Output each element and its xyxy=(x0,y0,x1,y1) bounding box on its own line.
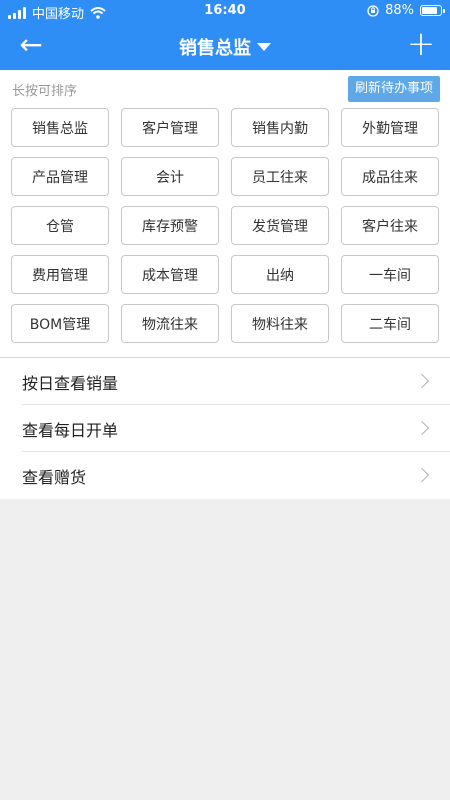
module-grid: 销售总监 客户管理 销售内勤 外勤管理 产品管理 会计 员工往来 成品往来 仓管… xyxy=(11,108,439,343)
module-button[interactable]: 仓管 xyxy=(11,206,109,245)
battery-percent: 88% xyxy=(385,3,414,18)
module-button[interactable]: 产品管理 xyxy=(11,157,109,196)
module-button[interactable]: 销售总监 xyxy=(11,108,109,147)
module-button[interactable]: 费用管理 xyxy=(11,255,109,294)
navbar: ← 销售总监 + xyxy=(0,22,450,70)
module-button[interactable]: BOM管理 xyxy=(11,304,109,343)
list-item-label: 查看赠货 xyxy=(22,467,87,487)
module-panel: 长按可排序 刷新待办事项 销售总监 客户管理 销售内勤 外勤管理 产品管理 会计… xyxy=(0,70,450,358)
module-button[interactable]: 客户管理 xyxy=(121,108,219,147)
add-icon[interactable]: + xyxy=(404,27,438,62)
caret-down-icon xyxy=(257,43,271,51)
module-button[interactable]: 库存预警 xyxy=(121,206,219,245)
module-button[interactable]: 发货管理 xyxy=(231,206,329,245)
module-button[interactable]: 成本管理 xyxy=(121,255,219,294)
module-button[interactable]: 物料往来 xyxy=(231,304,329,343)
refresh-todo-button[interactable]: 刷新待办事项 xyxy=(347,76,440,102)
module-button[interactable]: 员工往来 xyxy=(231,157,329,196)
status-right: 88% xyxy=(367,3,445,18)
report-list: 按日查看销量 查看每日开单 查看赠货 xyxy=(0,358,450,499)
module-button[interactable]: 成品往来 xyxy=(341,157,439,196)
battery-icon xyxy=(420,5,445,16)
page-title[interactable]: 销售总监 xyxy=(0,34,450,60)
module-button[interactable]: 一车间 xyxy=(341,255,439,294)
module-button[interactable]: 会计 xyxy=(121,157,219,196)
chevron-right-icon xyxy=(414,467,430,483)
orientation-lock-icon xyxy=(367,4,379,17)
module-button[interactable]: 出纳 xyxy=(231,255,329,294)
chevron-right-icon xyxy=(414,420,430,436)
module-button[interactable]: 物流往来 xyxy=(121,304,219,343)
module-button[interactable]: 销售内勤 xyxy=(231,108,329,147)
list-item-label: 查看每日开单 xyxy=(22,420,119,440)
page-title-text: 销售总监 xyxy=(179,38,251,59)
list-item-label: 按日查看销量 xyxy=(22,373,119,393)
module-button[interactable]: 二车间 xyxy=(341,304,439,343)
module-button[interactable]: 外勤管理 xyxy=(341,108,439,147)
module-button[interactable]: 客户往来 xyxy=(341,206,439,245)
list-item[interactable]: 按日查看销量 xyxy=(0,358,450,405)
list-item[interactable]: 查看每日开单 xyxy=(0,405,450,452)
sort-hint: 长按可排序 xyxy=(12,84,78,99)
app-header: 中国移动 16:40 88% ← 销售总监 + xyxy=(0,0,450,70)
list-item[interactable]: 查看赠货 xyxy=(0,452,450,499)
status-bar: 中国移动 16:40 88% xyxy=(0,0,450,22)
chevron-right-icon xyxy=(414,373,430,389)
